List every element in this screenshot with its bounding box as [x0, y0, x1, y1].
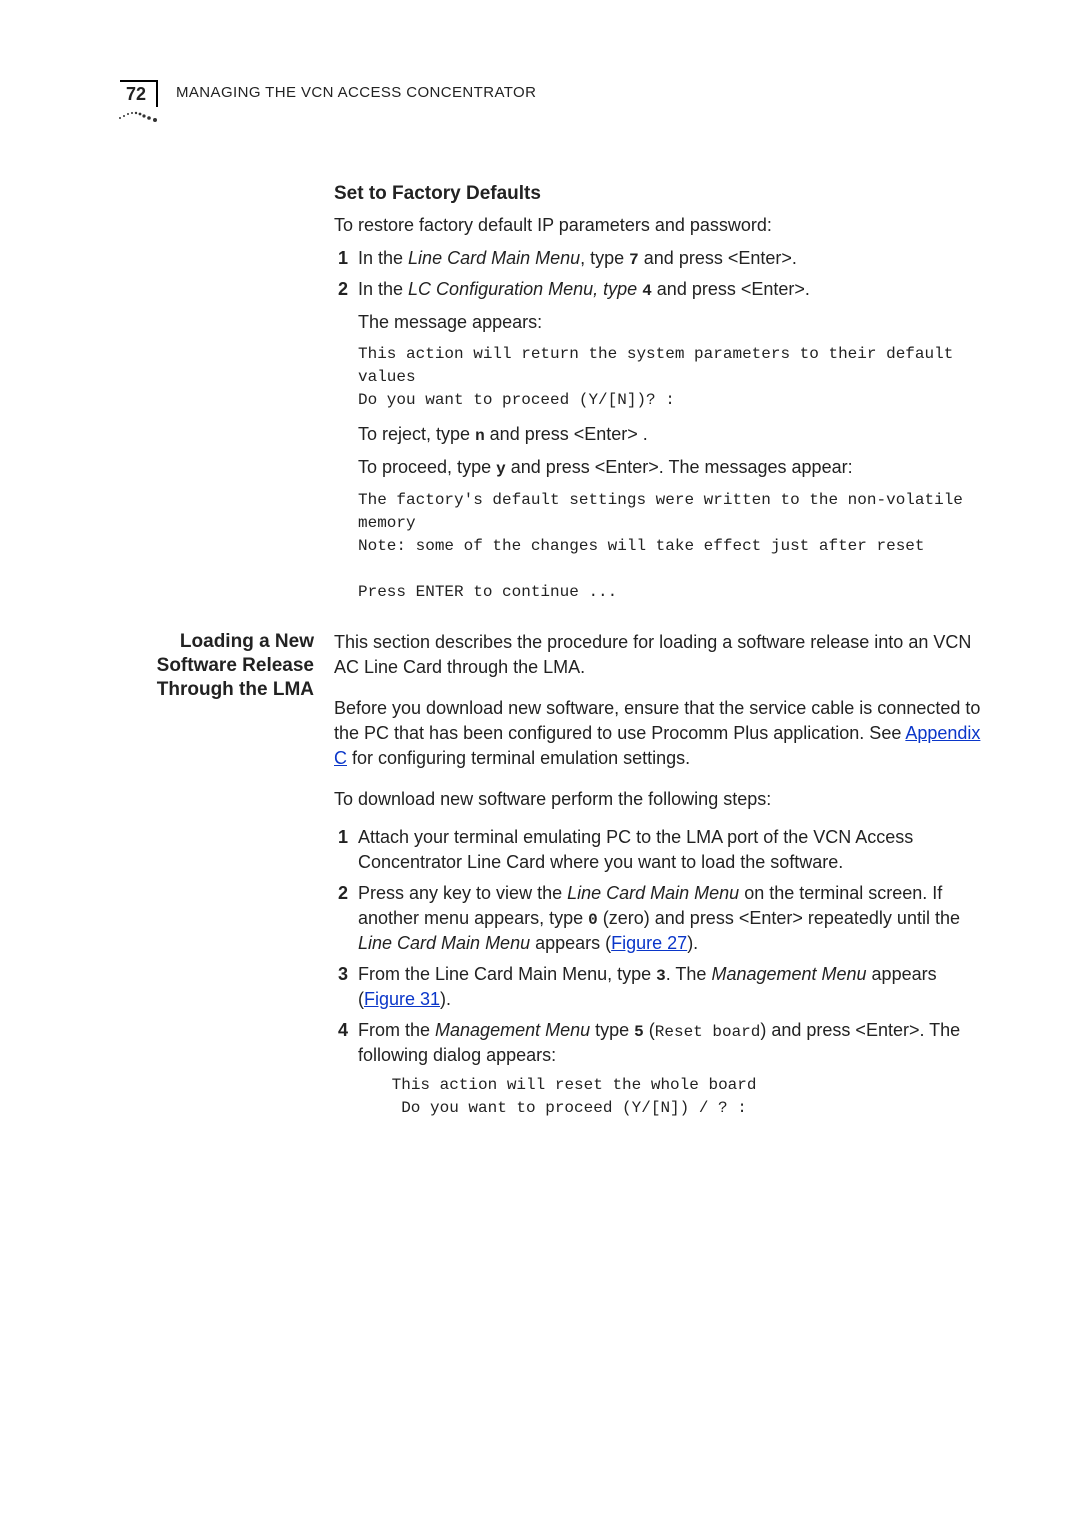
list-item: 4 From the Management Menu type 5 (Reset… — [334, 1018, 984, 1130]
code-block: This action will reset the whole board D… — [382, 1074, 984, 1120]
body-text: To restore factory default IP parameters… — [334, 213, 984, 238]
section-title-factory-defaults: Set to Factory Defaults — [334, 183, 984, 205]
figure-27-link[interactable]: Figure 27 — [611, 933, 687, 953]
list-item: 1 In the Line Card Main Menu, type 7 and… — [334, 246, 984, 271]
code-block: This action will return the system param… — [358, 343, 984, 413]
body-text: This section describes the procedure for… — [334, 630, 984, 680]
dots-ornament-icon — [116, 109, 162, 123]
figure-31-link[interactable]: Figure 31 — [364, 989, 440, 1009]
page-header: 72 MANAGING THE VCN ACCESS CONCENTRATOR — [116, 80, 984, 123]
body-text: Before you download new software, ensure… — [334, 696, 984, 770]
code-block: The factory's default settings were writ… — [358, 489, 984, 605]
page-number: 72 — [120, 80, 158, 107]
body-text: To download new software perform the fol… — [334, 787, 984, 812]
list-item: 3 From the Line Card Main Menu, type 3. … — [334, 962, 984, 1012]
list-item: 2 Press any key to view the Line Card Ma… — [334, 881, 984, 956]
list-item: 1 Attach your terminal emulating PC to t… — [334, 825, 984, 875]
sidebar-heading: Loading a New Software Release Through t… — [116, 630, 314, 701]
page-number-marker: 72 — [116, 80, 162, 123]
list-item: 2 In the LC Configuration Menu, type 4 a… — [334, 277, 984, 615]
running-head: MANAGING THE VCN ACCESS CONCENTRATOR — [176, 80, 536, 101]
